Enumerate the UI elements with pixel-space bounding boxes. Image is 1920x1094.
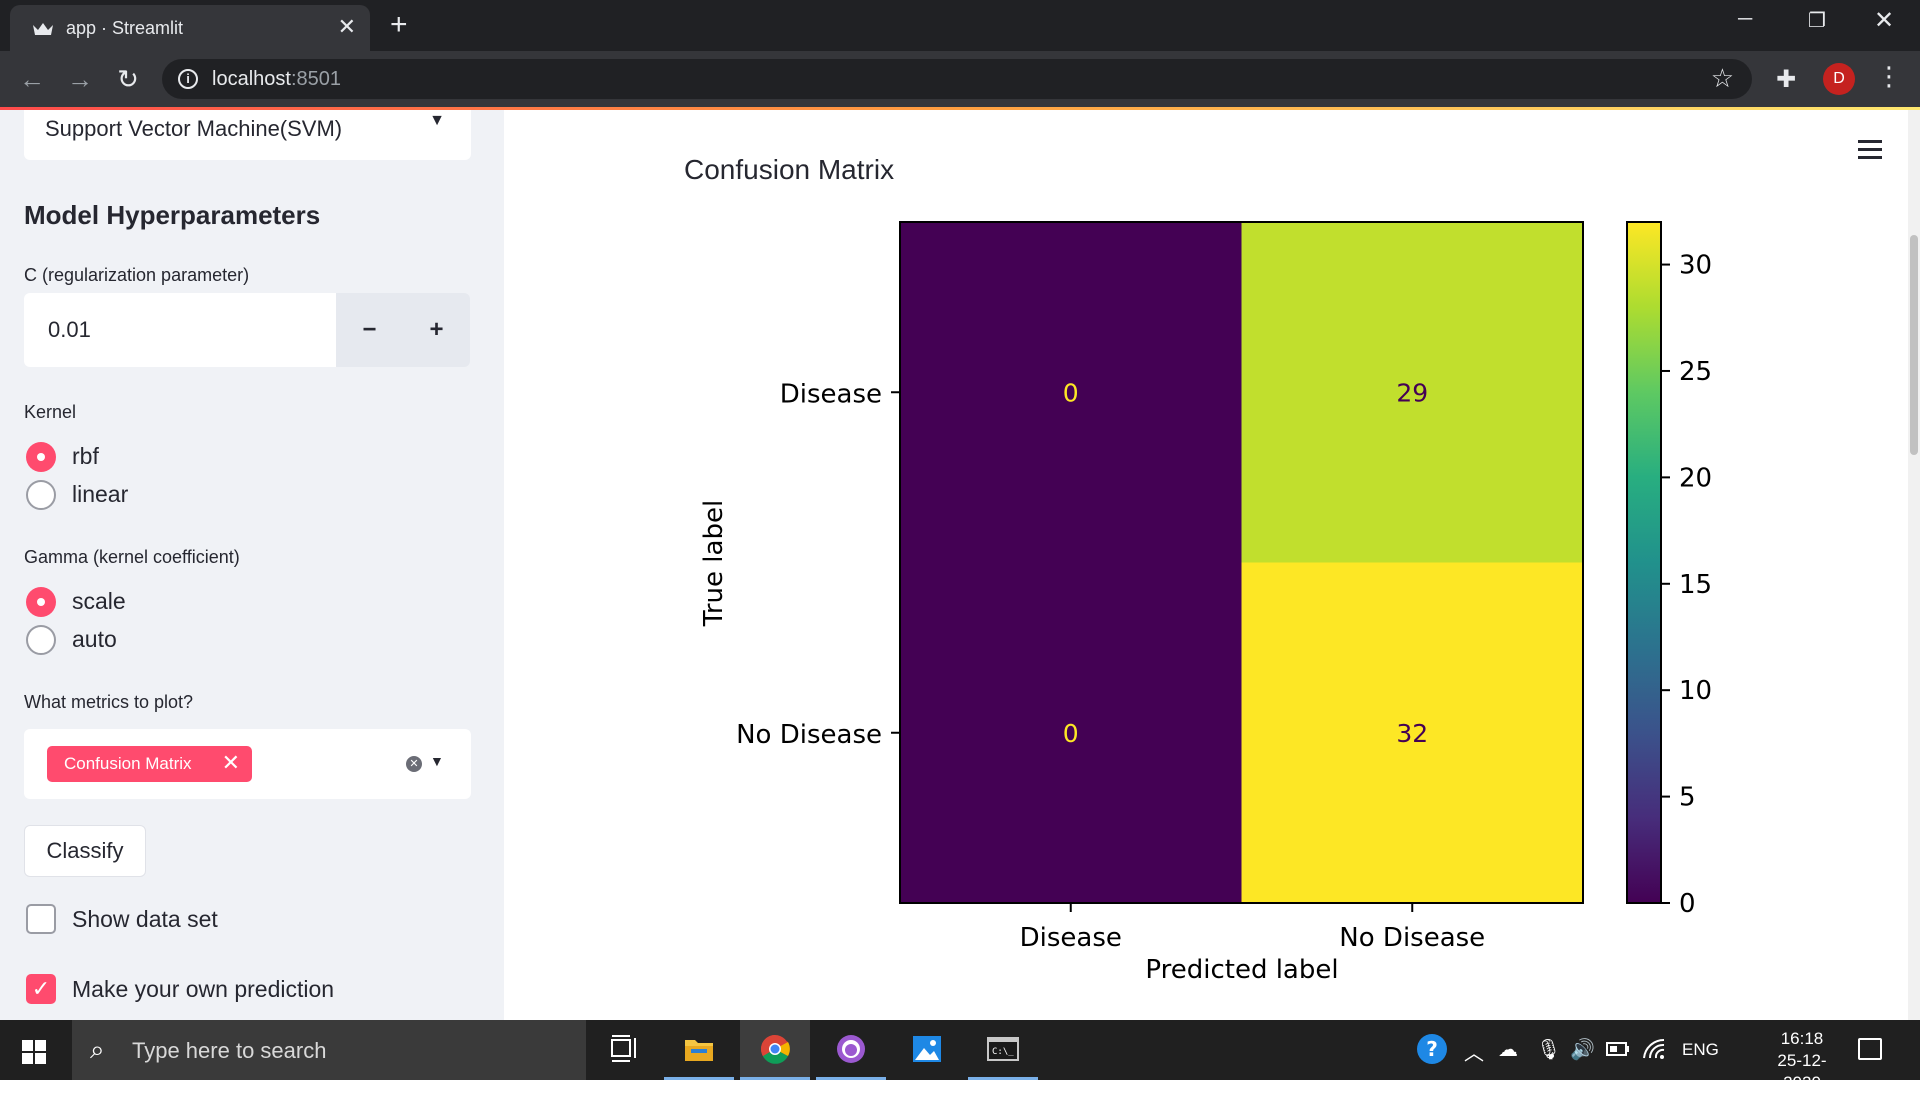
tab-title: app · Streamlit [66, 18, 184, 38]
volume-icon[interactable]: 🔊 [1570, 1037, 1595, 1062]
remove-chip-icon[interactable]: ✕ [222, 751, 240, 775]
radio-unselected-icon[interactable] [26, 480, 56, 510]
chevron-down-icon[interactable]: ▼ [429, 112, 445, 130]
bookmark-star-icon[interactable]: ☆ [1711, 63, 1734, 94]
photos-icon [913, 1036, 941, 1062]
photos-button[interactable] [892, 1020, 962, 1080]
new-tab-button[interactable]: + [390, 10, 408, 40]
gamma-option-label: scale [72, 588, 126, 614]
task-view-button[interactable] [590, 1020, 660, 1080]
show-data-label: Show data set [72, 906, 218, 932]
window-close-icon[interactable]: ✕ [1874, 6, 1894, 35]
radio-selected-icon[interactable] [26, 587, 56, 617]
gamma-label: Gamma (kernel coefficient) [24, 547, 240, 567]
metrics-multiselect[interactable]: Confusion Matrix ✕ ✕ ▼ [24, 729, 471, 799]
windows-taskbar: ⌕ Type here to search C:\_ ? ︿ ☁ 🎙 🔊 ENG… [0, 1020, 1920, 1092]
scroll-thumb[interactable] [1910, 235, 1918, 455]
folder-icon [685, 1040, 713, 1061]
windows-start-icon[interactable] [22, 1040, 46, 1064]
c-param-label: C (regularization parameter) [24, 265, 250, 285]
battery-icon[interactable] [1606, 1040, 1630, 1063]
browser-toolbar: ← → ↻ i localhost:8501 ☆ ✚ D ⋮ [0, 51, 1920, 107]
hamburger-menu-icon[interactable] [1858, 140, 1882, 160]
url-text: localhost:8501 [212, 68, 341, 91]
c-value-field[interactable]: 0.01 [24, 293, 336, 367]
address-bar[interactable]: i localhost:8501 ☆ [162, 59, 1752, 99]
clock-date: 25-12-2020 [1777, 1051, 1827, 1092]
browser-menu-icon[interactable]: ⋮ [1876, 61, 1902, 91]
chrome-icon [761, 1035, 790, 1064]
page-title: Confusion Matrix [684, 154, 895, 185]
radio-selected-icon[interactable] [26, 442, 56, 472]
main-content: Confusion Matrix [504, 110, 1916, 1020]
checkbox-unchecked-icon[interactable] [26, 904, 56, 934]
kernel-label: Kernel [24, 402, 77, 422]
restore-icon[interactable]: ❐ [1808, 8, 1826, 33]
metric-chip-label: Confusion Matrix [64, 754, 192, 773]
prediction-label: Make your own prediction [72, 976, 335, 1002]
metric-chip[interactable]: Confusion Matrix ✕ [47, 746, 252, 782]
radio-unselected-icon[interactable] [26, 625, 56, 655]
classifier-select-value: Support Vector Machine(SVM) [45, 116, 343, 141]
github-icon [837, 1035, 865, 1063]
terminal-icon: C:\_ [987, 1037, 1019, 1061]
streamlit-crown-icon [33, 23, 53, 35]
clock-time: 16:18 [1780, 1029, 1824, 1048]
scrollbar[interactable] [1908, 110, 1920, 1020]
url-port: :8501 [290, 68, 341, 90]
classifier-select[interactable]: Support Vector Machine(SVM) ▼ [24, 110, 471, 160]
c-number-input: 0.01 − + [24, 293, 471, 367]
browser-tab[interactable]: app · Streamlit ✕ [10, 5, 370, 51]
clock[interactable]: 16:18 25-12-2020 [1762, 1028, 1842, 1094]
clear-all-icon[interactable]: ✕ [406, 756, 422, 772]
checkbox-checked-icon[interactable]: ✓ [26, 974, 56, 1004]
notifications-icon[interactable] [1858, 1038, 1882, 1060]
task-view-icon [611, 1035, 636, 1062]
metrics-label: What metrics to plot? [24, 692, 194, 712]
back-icon[interactable]: ← [14, 61, 50, 97]
classify-button[interactable]: Classify [24, 825, 146, 877]
search-icon: ⌕ [90, 1034, 105, 1064]
url-host: localhost [212, 68, 291, 90]
c-value: 0.01 [48, 317, 91, 342]
svg-text:C:\_: C:\_ [992, 1047, 1014, 1057]
browser-tab-bar: app · Streamlit ✕ + ─ ❐ ✕ [0, 0, 1920, 51]
language-indicator[interactable]: ENG [1682, 1040, 1719, 1060]
extensions-puzzle-icon[interactable]: ✚ [1776, 65, 1796, 94]
increment-button[interactable]: + [403, 293, 470, 367]
svg-text:?: ? [1426, 1037, 1438, 1061]
terminal-button[interactable]: C:\_ [968, 1020, 1038, 1080]
site-info-icon[interactable]: i [178, 69, 198, 89]
decrement-button[interactable]: − [336, 293, 403, 367]
microphone-icon[interactable]: 🎙 [1536, 1037, 1561, 1062]
taskbar-search[interactable]: ⌕ Type here to search [72, 1020, 586, 1080]
onedrive-cloud-icon[interactable]: ☁ [1498, 1037, 1518, 1062]
gamma-option-label: auto [72, 626, 117, 652]
taskbar-search-placeholder: Type here to search [132, 1038, 327, 1063]
chevron-down-icon[interactable]: ▼ [430, 753, 444, 769]
sidebar: Support Vector Machine(SVM) ▼ Model Hype… [0, 110, 504, 1020]
tab-close-icon[interactable]: ✕ [338, 16, 356, 38]
chrome-button[interactable] [740, 1020, 810, 1080]
reload-icon[interactable]: ↻ [110, 61, 146, 97]
minimize-icon[interactable]: ─ [1738, 8, 1752, 31]
chevron-up-icon[interactable]: ︿ [1464, 1037, 1484, 1066]
kernel-option-label: linear [72, 481, 129, 507]
forward-icon[interactable]: → [62, 61, 98, 97]
hyperparameters-heading: Model Hyperparameters [24, 200, 321, 230]
wifi-icon[interactable] [1642, 1038, 1666, 1066]
kernel-option-label: rbf [72, 443, 99, 469]
file-explorer-button[interactable] [664, 1020, 734, 1080]
profile-avatar[interactable]: D [1823, 63, 1855, 95]
github-desktop-button[interactable] [816, 1020, 886, 1080]
help-icon[interactable]: ? [1416, 1032, 1450, 1072]
